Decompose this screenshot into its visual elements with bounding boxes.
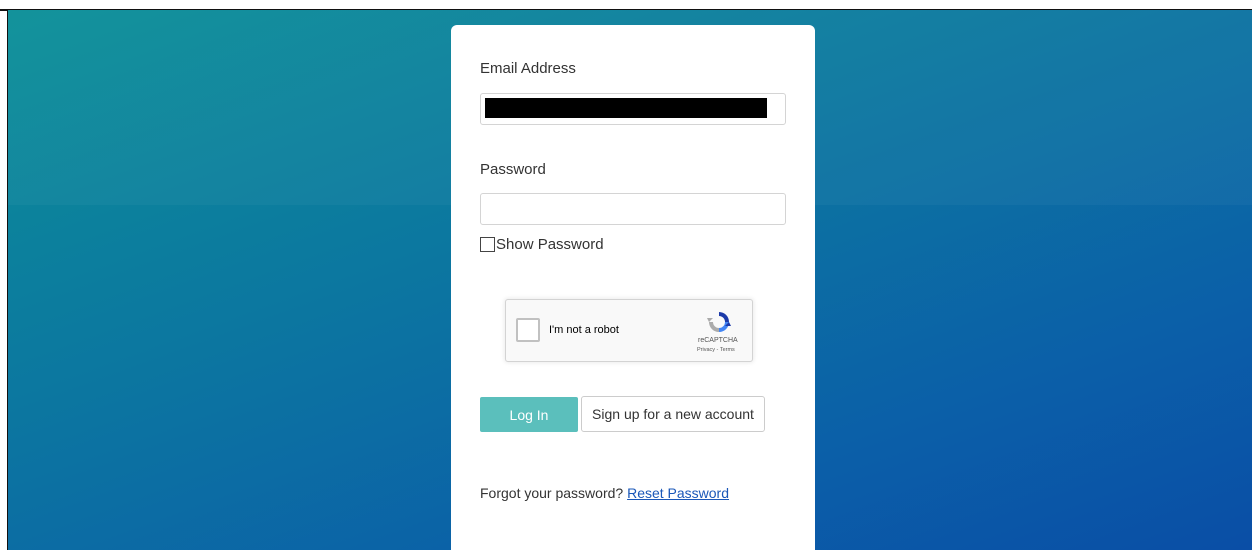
recaptcha-widget: I'm not a robot reCAPTCHA Privacy - Term… [505, 299, 753, 362]
redacted-email-value [485, 98, 767, 118]
email-label: Email Address [480, 60, 576, 77]
show-password-label: Show Password [496, 236, 604, 253]
recaptcha-links[interactable]: Privacy - Terms [697, 347, 735, 353]
login-button[interactable]: Log In [480, 397, 578, 432]
recaptcha-brand: reCAPTCHA [698, 337, 738, 344]
password-label: Password [480, 161, 546, 178]
recaptcha-logo-icon [707, 312, 731, 332]
email-field[interactable] [480, 93, 786, 125]
forgot-password-row: Forgot your password? Reset Password [480, 485, 729, 501]
recaptcha-checkbox[interactable] [516, 318, 540, 342]
password-field[interactable] [480, 193, 786, 225]
login-card: Email Address Password Show Password I'm… [451, 25, 815, 560]
signup-button[interactable]: Sign up for a new account [581, 396, 765, 432]
checkbox-icon[interactable] [480, 237, 495, 252]
reset-password-link[interactable]: Reset Password [627, 485, 729, 501]
recaptcha-label: I'm not a robot [549, 324, 619, 336]
forgot-password-text: Forgot your password? [480, 485, 624, 501]
show-password-toggle[interactable]: Show Password [480, 236, 604, 253]
